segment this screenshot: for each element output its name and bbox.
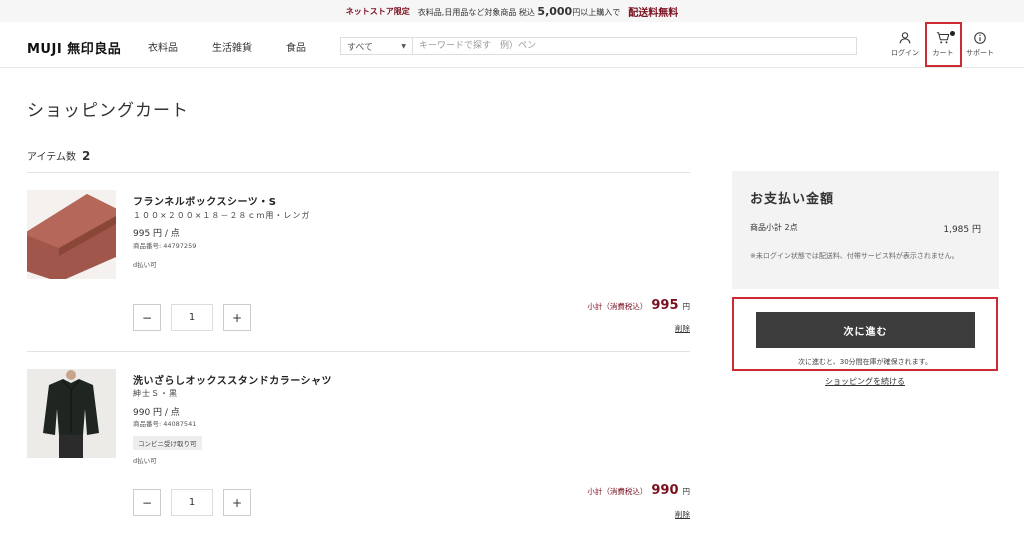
- search-category-select[interactable]: すべて ▼: [341, 38, 413, 54]
- summary-title: お支払い金額: [750, 192, 835, 207]
- payment-summary: お支払い金額 商品小計 2点 1,985 円 ※未ログイン状態では配送料、付帯サ…: [732, 171, 999, 289]
- product-code: 商品番号: 44797259: [133, 242, 197, 250]
- item-subtotal: 小計（消費税込） 995 円: [587, 298, 690, 313]
- payment-note: d払い可: [133, 261, 157, 269]
- quantity-stepper: − 1 +: [133, 304, 251, 331]
- product-spec: １００×２００×１８－２８ｃｍ用・レンガ: [133, 211, 311, 220]
- support-button[interactable]: サポート: [963, 31, 997, 58]
- user-icon: [899, 32, 911, 44]
- stock-hold-note: 次に進むと、30分間在庫が確保されます。: [798, 358, 932, 366]
- main-nav: 衣料品 生活雑貨 食品: [148, 39, 306, 54]
- nav-clothing[interactable]: 衣料品: [148, 39, 178, 54]
- nav-food[interactable]: 食品: [286, 39, 306, 54]
- summary-note: ※未ログイン状態では配送料、付帯サービス料が表示されません。: [750, 252, 959, 260]
- divider: [27, 351, 690, 352]
- decrease-button[interactable]: −: [133, 489, 161, 516]
- increase-button[interactable]: +: [223, 304, 251, 331]
- banner-tag: ネットストア限定: [345, 6, 410, 16]
- banner-free-shipping: 配送料無料: [628, 7, 679, 19]
- promo-banner: ネットストア限定 衣料品,日用品など対象商品 税込 5,000円以上購入で 配送…: [0, 0, 1024, 22]
- delete-link[interactable]: 削除: [675, 323, 690, 334]
- shirt-image: [27, 369, 116, 458]
- delete-link[interactable]: 削除: [675, 509, 690, 520]
- quantity-value[interactable]: 1: [171, 489, 213, 516]
- banner-text: 衣料品,日用品など対象商品 税込 5,000円以上購入で: [417, 4, 621, 18]
- decrease-button[interactable]: −: [133, 304, 161, 331]
- cart-highlight-frame: [925, 22, 962, 67]
- store-pickup-badge: コンビニ受け取り可: [133, 436, 202, 450]
- search-input[interactable]: [413, 38, 856, 54]
- next-button[interactable]: 次に進む: [756, 312, 975, 348]
- product-name[interactable]: フランネルボックスシーツ・S: [133, 193, 277, 208]
- product-price: 990 円 / 点: [133, 408, 180, 418]
- login-button[interactable]: ログイン: [888, 31, 922, 58]
- increase-button[interactable]: +: [223, 489, 251, 516]
- divider: [27, 172, 690, 173]
- continue-shopping-link[interactable]: ショッピングを続ける: [732, 376, 998, 387]
- item-subtotal: 小計（消費税込） 990 円: [587, 483, 690, 498]
- product-name[interactable]: 洗いざらしオックススタンドカラーシャツ: [133, 372, 332, 387]
- product-image-sheet[interactable]: [27, 190, 116, 279]
- chevron-down-icon: ▼: [401, 42, 406, 50]
- sheet-image: [27, 190, 116, 279]
- search-bar: すべて ▼: [340, 37, 857, 55]
- quantity-value[interactable]: 1: [171, 304, 213, 331]
- page-title: ショッピングカート: [27, 101, 189, 121]
- site-header: MUJI 無印良品 衣料品 生活雑貨 食品 すべて ▼ ログイン カート サポー…: [0, 22, 1024, 68]
- item-count: アイテム数 2: [27, 149, 91, 163]
- nav-household[interactable]: 生活雑貨: [212, 39, 252, 54]
- payment-note: d払い可: [133, 457, 157, 465]
- product-code: 商品番号: 44087541: [133, 420, 197, 428]
- summary-subtotal-row: 商品小計 2点 1,985 円: [750, 223, 981, 235]
- muji-logo[interactable]: MUJI 無印良品: [27, 38, 121, 57]
- info-icon: [974, 32, 986, 44]
- product-price: 995 円 / 点: [133, 229, 180, 239]
- product-image-shirt[interactable]: [27, 369, 116, 458]
- quantity-stepper: − 1 +: [133, 489, 251, 516]
- product-spec: 紳士Ｓ・黒: [133, 389, 178, 398]
